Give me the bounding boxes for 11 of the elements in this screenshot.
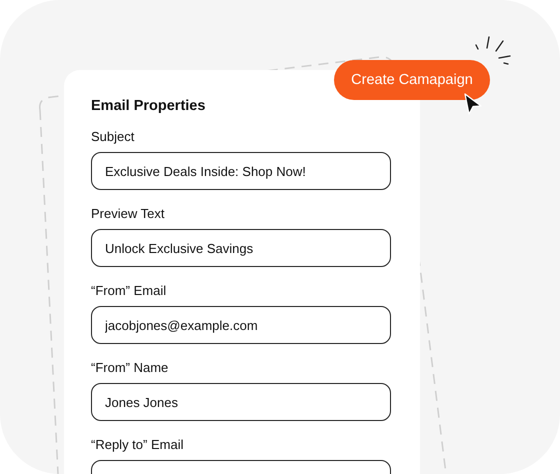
cursor-icon <box>463 93 483 115</box>
input-field[interactable]: Exclusive Deals Inside: Shop Now! <box>91 152 391 190</box>
field-label: Preview Text <box>91 206 166 221</box>
card-title: Email Properties <box>91 98 206 114</box>
field-label: “Reply to” Email <box>91 437 184 452</box>
input-field[interactable]: Jones Jones <box>91 383 391 421</box>
input-field[interactable]: Unlock Exclusive Savings <box>91 229 391 267</box>
field-label: “From” Name <box>91 360 170 375</box>
field-label: “From” Email <box>91 283 168 298</box>
field-label: Subject <box>91 129 136 144</box>
input-field[interactable]: jacobjones@example.com <box>91 306 391 344</box>
